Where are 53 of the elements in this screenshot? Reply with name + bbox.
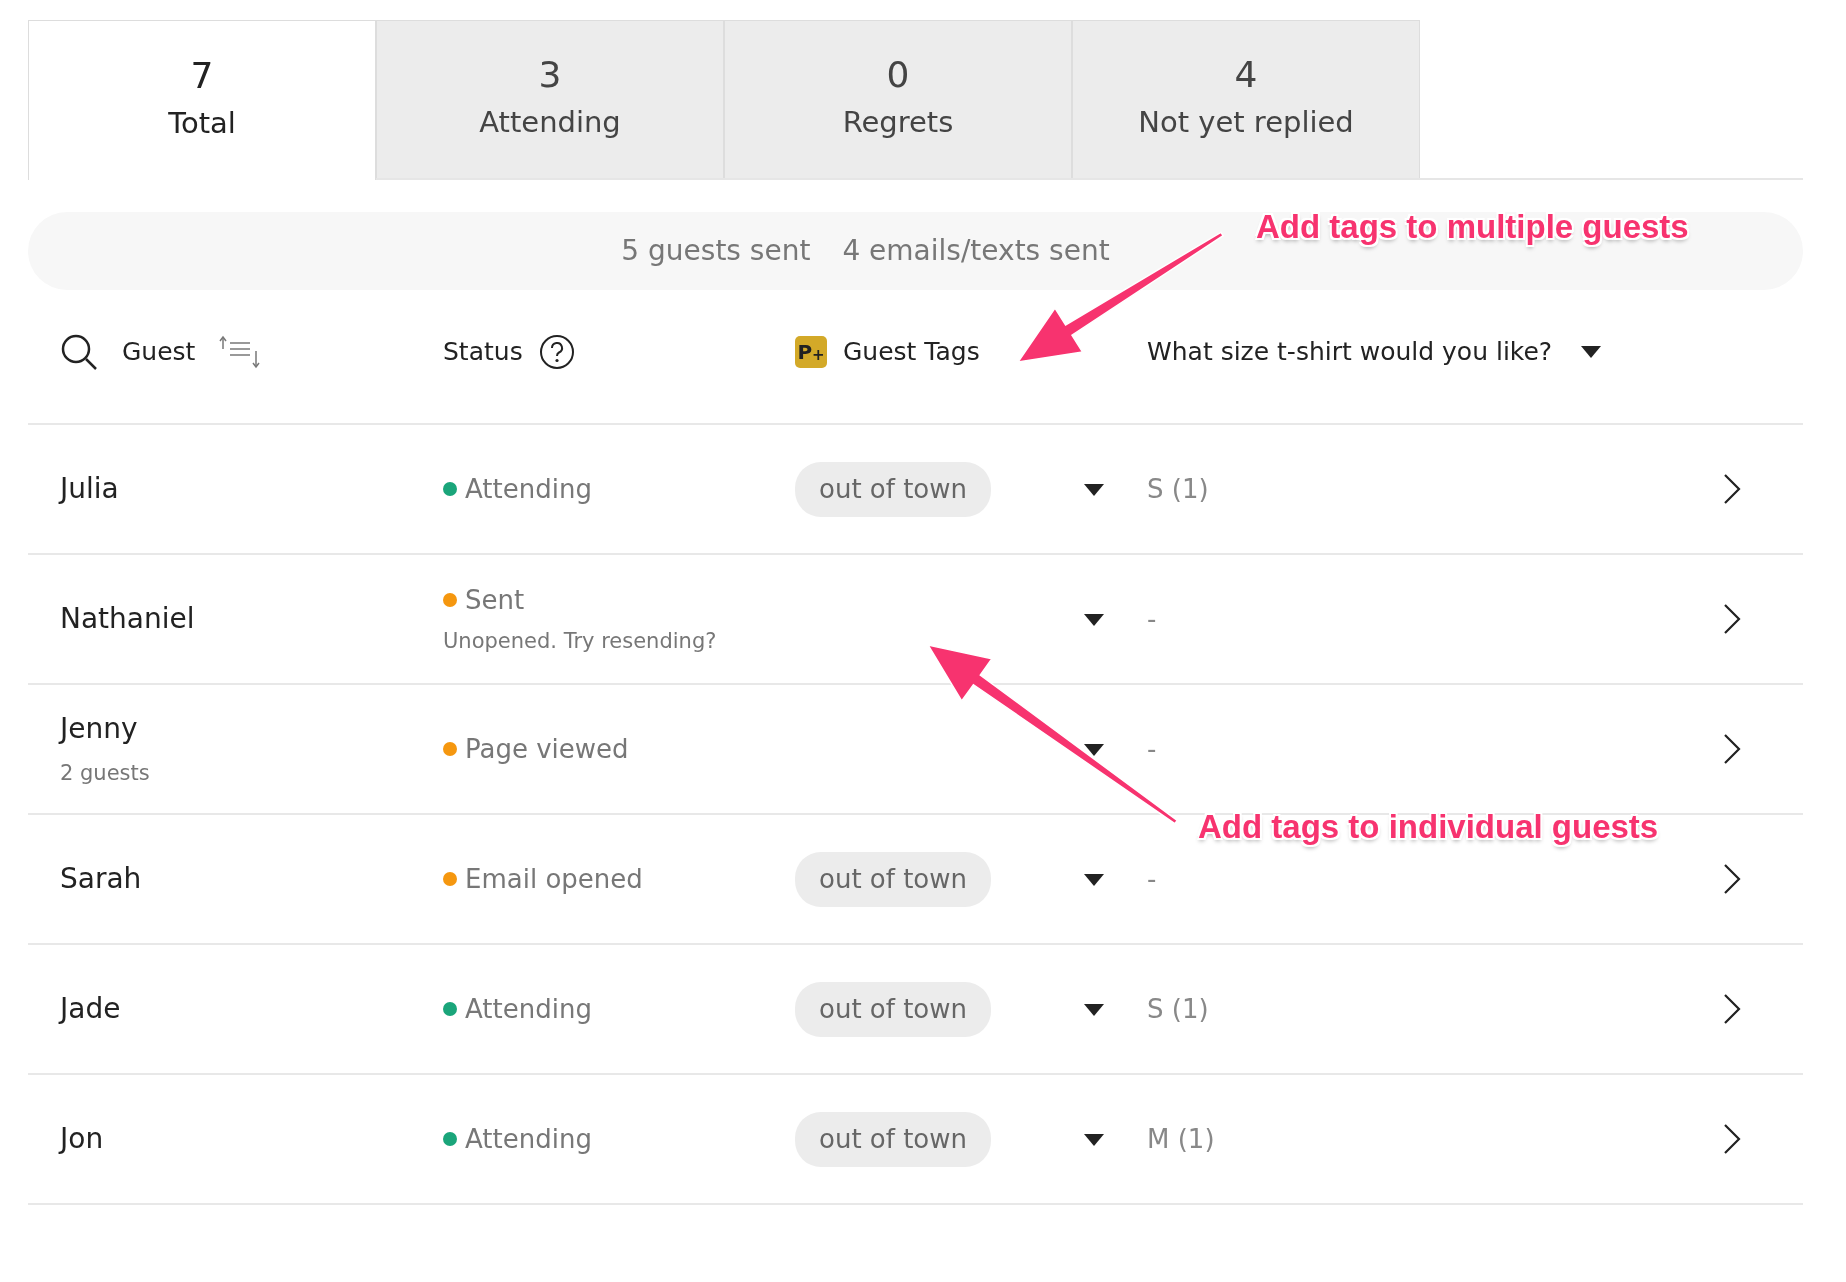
tag-icon[interactable]: P$_{+}$ [795,335,827,368]
guest-tag: out of town [795,851,991,907]
status-text: Attending [465,1122,592,1156]
answer-text: - [1147,732,1158,766]
summary-text: 5 guests sent [621,233,811,269]
filter-tab[interactable]: 7 Total [28,20,376,180]
filter-tab[interactable]: 0 Regrets [724,20,1072,178]
party-size: 2 guests [60,760,151,788]
answer-text: M (1) [1147,1122,1216,1156]
guest-tag: out of town [795,981,991,1037]
caret-icon[interactable] [1083,482,1105,497]
chevron-icon[interactable] [1723,863,1741,895]
column-header: Guest Tags [843,335,980,368]
status-text: Email opened [465,862,643,896]
guest-tag: out of town [795,461,991,517]
status-text: Attending [465,472,592,506]
guest-tag: out of town [795,1111,991,1167]
caret-icon[interactable] [1083,1132,1105,1147]
caret-icon[interactable] [1083,1002,1105,1017]
answer-text: S (1) [1147,992,1210,1026]
status-note: Unopened. Try resending? [443,627,718,655]
answer-text: - [1147,602,1158,636]
help-icon[interactable] [538,333,575,370]
answer-text: S (1) [1147,472,1210,506]
filter-tab[interactable]: 3 Attending [376,20,724,178]
caret-icon[interactable] [1580,344,1603,359]
chevron-icon[interactable] [1723,473,1741,505]
guest-name[interactable]: Julia [60,468,443,510]
chevron-icon[interactable] [1723,1123,1741,1155]
guest-name[interactable]: Nathaniel [60,598,443,640]
caret-icon[interactable] [1083,872,1105,887]
chevron-icon[interactable] [1723,733,1741,765]
caret-icon[interactable] [1083,612,1105,627]
guest-name[interactable]: Jade [60,988,443,1030]
guest-name[interactable]: Jon [60,1118,443,1160]
sort-icon[interactable] [219,334,262,369]
chevron-icon[interactable] [1723,993,1741,1025]
column-header: What size t-shirt would you like? [1147,335,1553,368]
chevron-icon[interactable] [1723,603,1741,635]
status-text: Attending [465,992,592,1026]
answer-text: - [1147,862,1158,896]
column-header: Status [443,335,523,368]
search-icon[interactable] [60,332,98,371]
guest-name[interactable]: Sarah [60,858,443,900]
status-text: Sent [465,583,525,617]
summary-text: 4 emails/texts sent [842,233,1110,269]
status-text: Page viewed [465,732,629,766]
callout-text: Add tags to individual guests [1198,807,1659,847]
callout-text: Add tags to multiple guests [1256,207,1689,247]
column-header[interactable]: Guest [122,332,196,371]
caret-icon[interactable] [1083,742,1105,757]
filter-tab[interactable]: 4 Not yet replied [1072,20,1420,178]
guest-name[interactable]: Jenny [60,708,443,751]
